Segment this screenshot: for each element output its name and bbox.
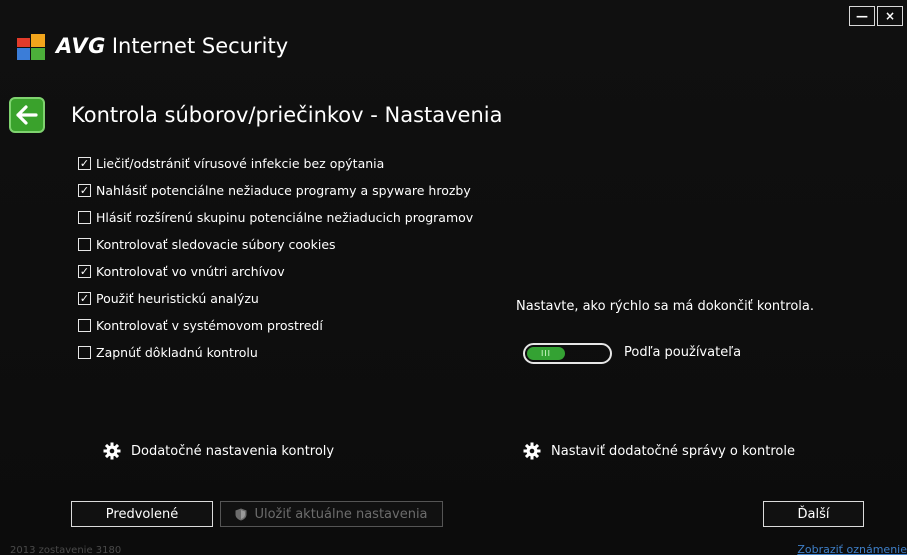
additional-reports-link[interactable]: Nastaviť dodatočné správy o kontrole: [523, 442, 795, 460]
option-label: Zapnúť dôkladnú kontrolu: [96, 345, 258, 360]
option-system-environment[interactable]: Kontrolovať v systémovom prostredí: [78, 312, 473, 339]
option-scan-cookies[interactable]: Kontrolovať sledovacie súbory cookies: [78, 231, 473, 258]
option-label: Kontrolovať v systémovom prostredí: [96, 318, 323, 333]
app-product: Internet Security: [111, 34, 289, 58]
default-button-label: Predvolené: [105, 506, 179, 522]
build-version: 2013 zostavenie 3180: [10, 545, 122, 555]
additional-reports-label: Nastaviť dodatočné správy o kontrole: [551, 443, 795, 459]
checkbox[interactable]: ✓: [78, 157, 91, 170]
next-button[interactable]: Ďalší: [763, 501, 864, 527]
checkbox[interactable]: ✓: [78, 184, 91, 197]
minimize-button[interactable]: —: [849, 6, 875, 26]
checkbox[interactable]: [78, 211, 91, 224]
arrow-left-icon: [16, 105, 38, 125]
option-heuristics[interactable]: ✓ Použiť heuristickú analýzu: [78, 285, 473, 312]
option-label: Liečiť/odstrániť vírusové infekcie bez o…: [96, 156, 385, 171]
save-settings-label: Uložiť aktuálne nastavenia: [254, 506, 428, 522]
scan-options-list: ✓ Liečiť/odstrániť vírusové infekcie bez…: [78, 150, 473, 366]
option-report-pup[interactable]: ✓ Nahlásiť potenciálne nežiaduce program…: [78, 177, 473, 204]
slider-fill[interactable]: III: [527, 347, 565, 360]
scan-speed-slider[interactable]: III: [523, 343, 612, 364]
app-title: AVG Internet Security: [56, 34, 288, 58]
option-label: Použiť heuristickú analýzu: [96, 291, 259, 306]
save-settings-button[interactable]: Uložiť aktuálne nastavenia: [220, 501, 443, 527]
app-window: — × AVG Internet Security Kontrola súbor…: [0, 0, 907, 555]
option-report-extended-pup[interactable]: Hlásiť rozšírenú skupinu potenciálne než…: [78, 204, 473, 231]
scan-speed-value: Podľa používateľa: [624, 345, 742, 360]
option-label: Nahlásiť potenciálne nežiaduce programy …: [96, 183, 471, 198]
option-thorough-scan[interactable]: Zapnúť dôkladnú kontrolu: [78, 339, 473, 366]
checkbox[interactable]: [78, 238, 91, 251]
option-scan-archives[interactable]: ✓ Kontrolovať vo vnútri archívov: [78, 258, 473, 285]
close-icon: ×: [884, 9, 896, 23]
avg-logo-icon: [17, 34, 45, 60]
default-button[interactable]: Predvolené: [71, 501, 213, 527]
gear-icon: [523, 442, 541, 460]
checkbox[interactable]: ✓: [78, 265, 91, 278]
additional-settings-link[interactable]: Dodatočné nastavenia kontroly: [103, 442, 334, 460]
slider-grip: III: [540, 349, 552, 358]
option-heal-without-asking[interactable]: ✓ Liečiť/odstrániť vírusové infekcie bez…: [78, 150, 473, 177]
shield-icon: [235, 508, 247, 520]
next-button-label: Ďalší: [797, 506, 830, 522]
back-button[interactable]: [9, 97, 45, 133]
scan-speed-title: Nastavte, ako rýchlo sa má dokončiť kont…: [516, 299, 814, 314]
page-title: Kontrola súborov/priečinkov - Nastavenia: [71, 103, 503, 127]
option-label: Kontrolovať vo vnútri archívov: [96, 264, 285, 279]
minimize-icon: —: [856, 9, 868, 23]
checkbox[interactable]: [78, 346, 91, 359]
window-controls: — ×: [849, 6, 903, 26]
show-notification-link[interactable]: Zobraziť oznámenie: [797, 543, 907, 555]
option-label: Hlásiť rozšírenú skupinu potenciálne než…: [96, 210, 474, 225]
checkbox[interactable]: ✓: [78, 292, 91, 305]
option-label: Kontrolovať sledovacie súbory cookies: [96, 237, 336, 252]
gear-icon: [103, 442, 121, 460]
app-brand: AVG: [56, 34, 106, 58]
additional-settings-label: Dodatočné nastavenia kontroly: [131, 443, 335, 459]
close-button[interactable]: ×: [877, 6, 903, 26]
checkbox[interactable]: [78, 319, 91, 332]
